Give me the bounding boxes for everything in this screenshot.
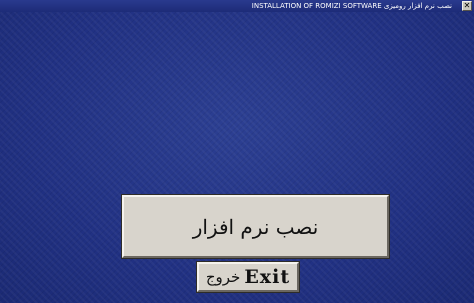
exit-button[interactable]: خروج Exit: [196, 261, 300, 293]
background-panel: [0, 12, 474, 303]
close-button[interactable]: ✕: [462, 1, 472, 11]
install-button[interactable]: نصب نرم افزار: [121, 194, 390, 259]
install-button-label: نصب نرم افزار: [192, 214, 319, 239]
exit-button-label-english: Exit: [244, 266, 291, 288]
close-icon: ✕: [463, 1, 471, 10]
window-title: INSTALLATION OF ROMIZI SOFTWARE نصب نرم …: [251, 2, 452, 10]
exit-button-label-persian: خروج: [205, 268, 241, 286]
